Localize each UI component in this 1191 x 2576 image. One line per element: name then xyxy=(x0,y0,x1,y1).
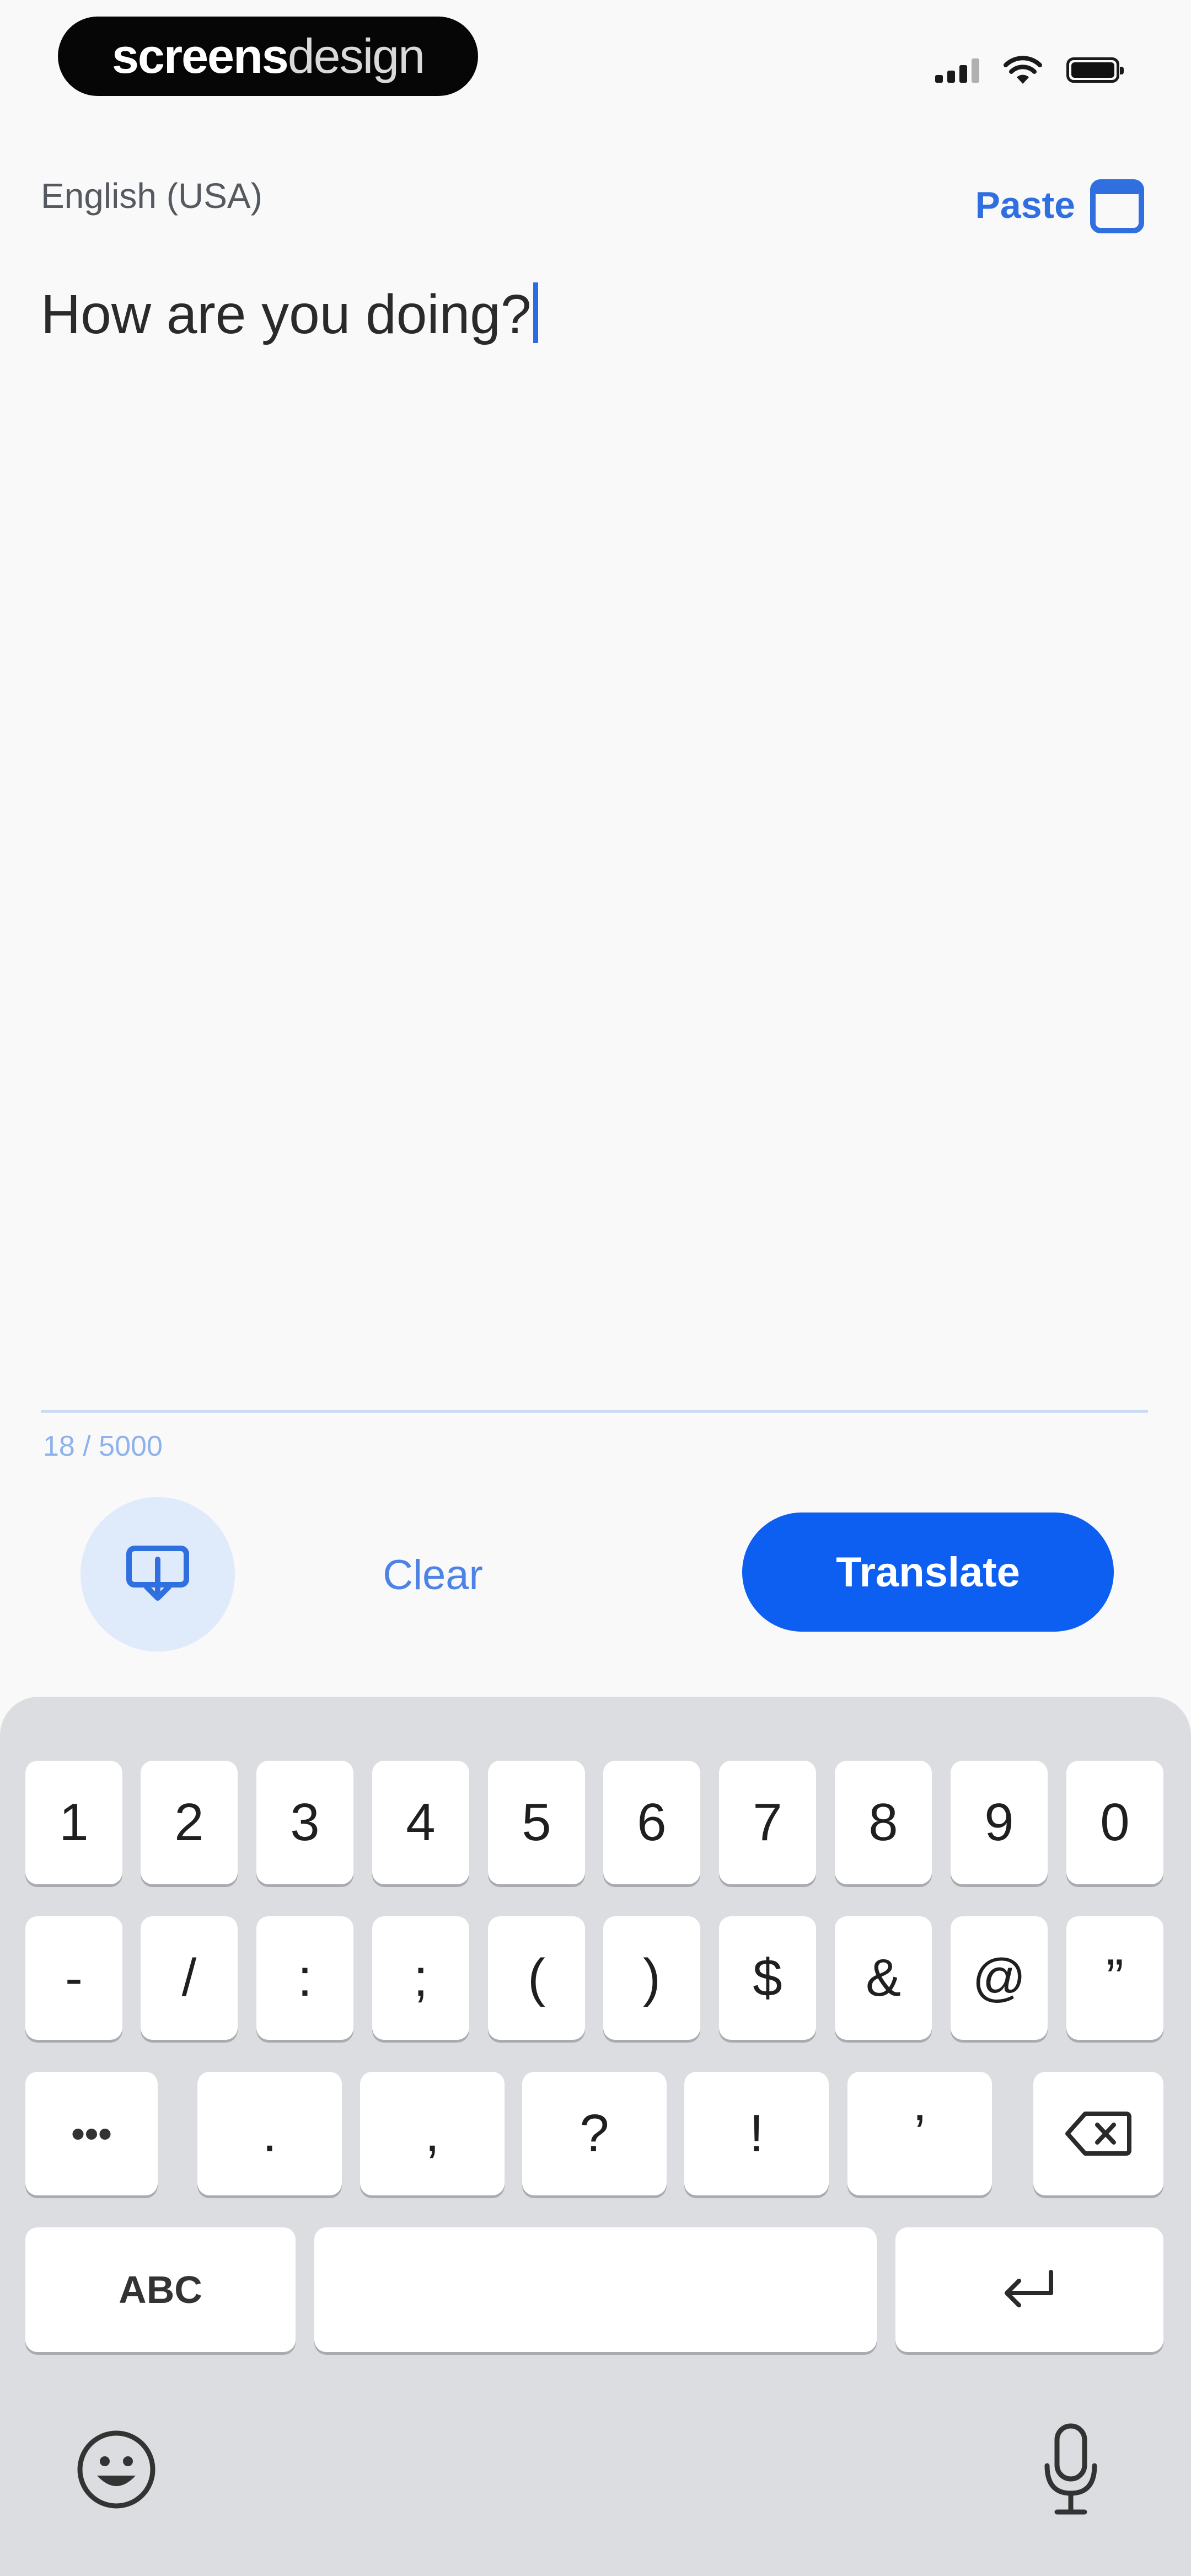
watermark-text: screensdesign xyxy=(111,29,425,83)
key-colon[interactable]: : xyxy=(256,1916,353,2040)
key-6[interactable]: 6 xyxy=(603,1761,700,1884)
microphone-icon xyxy=(1044,2423,1097,2515)
key-8[interactable]: 8 xyxy=(835,1761,932,1884)
clipboard-icon xyxy=(1090,179,1144,233)
key-5[interactable]: 5 xyxy=(488,1761,585,1884)
key-ampersand[interactable]: & xyxy=(835,1916,932,2040)
key-quote[interactable]: ” xyxy=(1066,1916,1163,2040)
key-question[interactable]: ? xyxy=(522,2072,667,2195)
key-0[interactable]: 0 xyxy=(1066,1761,1163,1884)
key-close-paren[interactable]: ) xyxy=(603,1916,700,2040)
key-4[interactable]: 4 xyxy=(372,1761,469,1884)
key-open-paren[interactable]: ( xyxy=(488,1916,585,2040)
watermark-light: design xyxy=(287,29,425,83)
abc-key[interactable]: ABC xyxy=(25,2227,296,2352)
character-count: 18 / 5000 xyxy=(43,1430,163,1462)
key-hyphen[interactable]: - xyxy=(25,1916,122,2040)
emoji-key[interactable] xyxy=(69,2423,163,2516)
key-apostrophe[interactable]: ’ xyxy=(847,2072,992,2195)
battery-icon xyxy=(1066,57,1124,83)
key-at[interactable]: @ xyxy=(951,1916,1048,2040)
key-comma[interactable]: , xyxy=(360,2072,505,2195)
key-exclamation[interactable]: ! xyxy=(684,2072,829,2195)
key-2[interactable]: 2 xyxy=(141,1761,238,1884)
dictation-key[interactable] xyxy=(1027,2417,1115,2522)
key-9[interactable]: 9 xyxy=(951,1761,1048,1884)
clear-button[interactable]: Clear xyxy=(358,1544,507,1605)
paste-label: Paste xyxy=(975,184,1075,226)
download-icon xyxy=(126,1546,189,1601)
source-text: How are you doing? xyxy=(41,284,532,345)
delete-key[interactable] xyxy=(1033,2072,1163,2195)
key-more-symbols[interactable]: ••• xyxy=(25,2072,158,2195)
key-period[interactable]: . xyxy=(197,2072,342,2195)
key-slash[interactable]: / xyxy=(141,1916,238,2040)
translate-button[interactable]: Translate xyxy=(742,1513,1114,1632)
translate-screen: screensdesign English (USA) Paste How ar… xyxy=(0,0,1191,2576)
watermark-badge: screensdesign xyxy=(58,17,478,96)
return-icon xyxy=(1005,2270,1053,2307)
status-icons xyxy=(935,51,1124,89)
space-key[interactable] xyxy=(314,2227,877,2352)
key-dollar[interactable]: $ xyxy=(719,1916,816,2040)
key-semicolon[interactable]: ; xyxy=(372,1916,469,2040)
source-text-input[interactable]: How are you doing? xyxy=(41,281,1138,348)
return-key[interactable] xyxy=(895,2227,1163,2352)
numeric-keyboard: 1 2 3 4 5 6 7 8 9 0 - / : ; ( ) $ & @ ” … xyxy=(0,1697,1191,2576)
input-divider xyxy=(41,1410,1148,1413)
key-1[interactable]: 1 xyxy=(25,1761,122,1884)
emoji-icon xyxy=(77,2430,155,2509)
backspace-icon xyxy=(1065,2112,1131,2156)
download-translation-button[interactable] xyxy=(81,1497,235,1652)
paste-button[interactable]: Paste xyxy=(975,177,1145,234)
wifi-icon xyxy=(1004,56,1042,84)
key-7[interactable]: 7 xyxy=(719,1761,816,1884)
watermark-bold: screens xyxy=(111,29,289,83)
source-language-label: English (USA) xyxy=(41,176,262,216)
text-caret xyxy=(533,282,539,343)
key-3[interactable]: 3 xyxy=(256,1761,353,1884)
cellular-signal-icon xyxy=(935,57,979,83)
